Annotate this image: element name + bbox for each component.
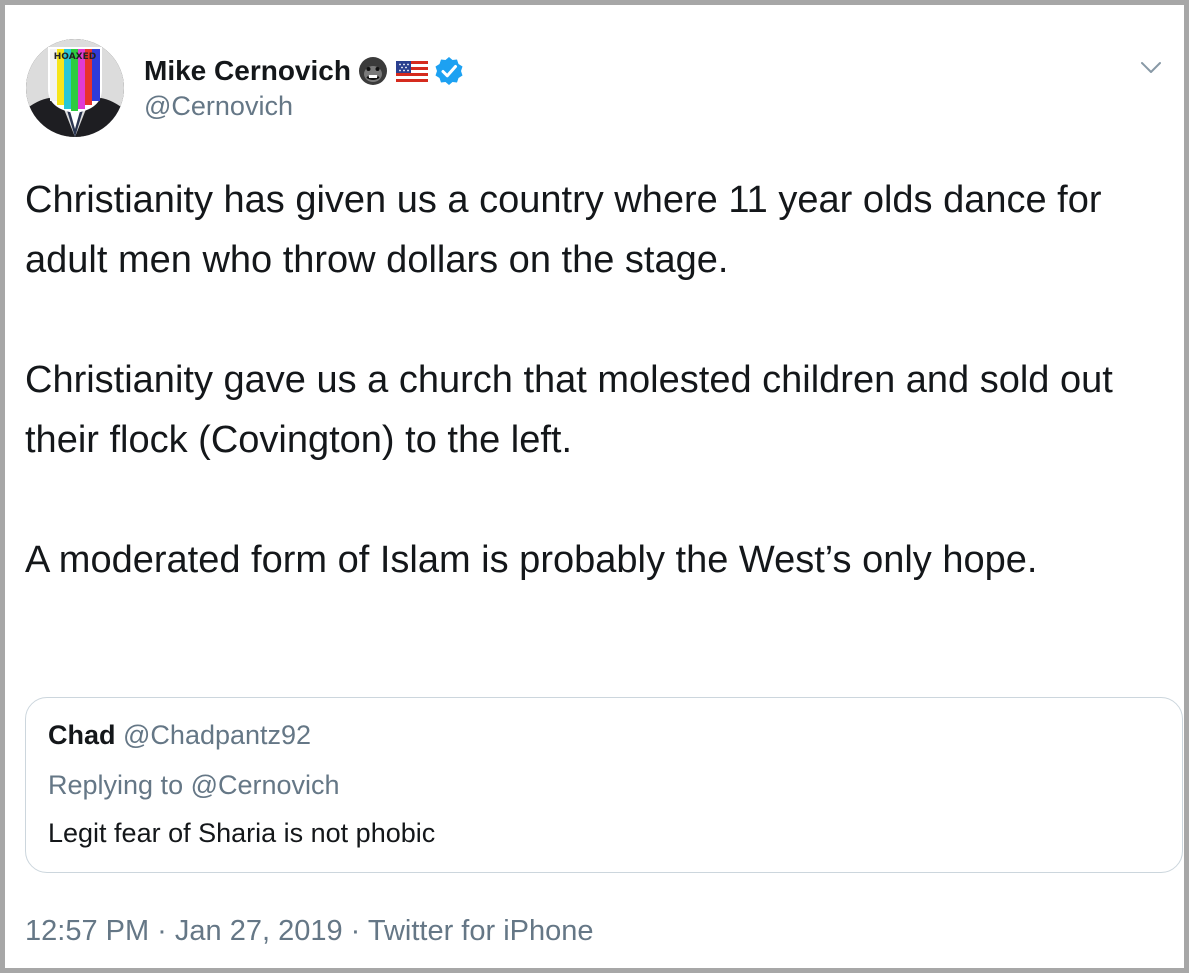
- tweet-card: HOAXED Mike Cernovich @Cernovich Christi…: [0, 0, 1189, 973]
- avatar-hoaxed-text: HOAXED: [54, 52, 96, 62]
- quoted-tweet-header: Chad @Chadpantz92: [48, 720, 311, 751]
- chevron-down-icon[interactable]: [1138, 55, 1164, 81]
- tweet-paragraph: Christianity has given us a country wher…: [25, 179, 1102, 281]
- verified-badge-icon: [433, 55, 465, 87]
- tweet-paragraph: Christianity gave us a church that moles…: [25, 359, 1113, 461]
- tweet-paragraph: A moderated form of Islam is probably th…: [25, 539, 1038, 581]
- quoted-tweet[interactable]: Chad @Chadpantz92 Replying to @Cernovich…: [25, 697, 1183, 873]
- gorilla-emoji-icon: [357, 55, 389, 87]
- author-handle[interactable]: @Cernovich: [144, 91, 293, 122]
- avatar[interactable]: HOAXED: [26, 39, 124, 137]
- tweet-timestamp[interactable]: 12:57 PM · Jan 27, 2019 · Twitter for iP…: [25, 915, 594, 948]
- quoted-replying-to: Replying to @Cernovich: [48, 770, 340, 800]
- us-flag-icon: [395, 55, 428, 87]
- quoted-tweet-text: Legit fear of Sharia is not phobic: [48, 818, 436, 848]
- quoted-author-handle: @Chadpantz92: [123, 720, 312, 750]
- avatar-image: HOAXED: [26, 39, 124, 137]
- author-display-name[interactable]: Mike Cernovich: [144, 55, 351, 87]
- tweet-body: Christianity has given us a country wher…: [25, 170, 1165, 590]
- author-name-row: Mike Cernovich: [144, 51, 465, 91]
- quoted-author-name: Chad: [48, 720, 116, 750]
